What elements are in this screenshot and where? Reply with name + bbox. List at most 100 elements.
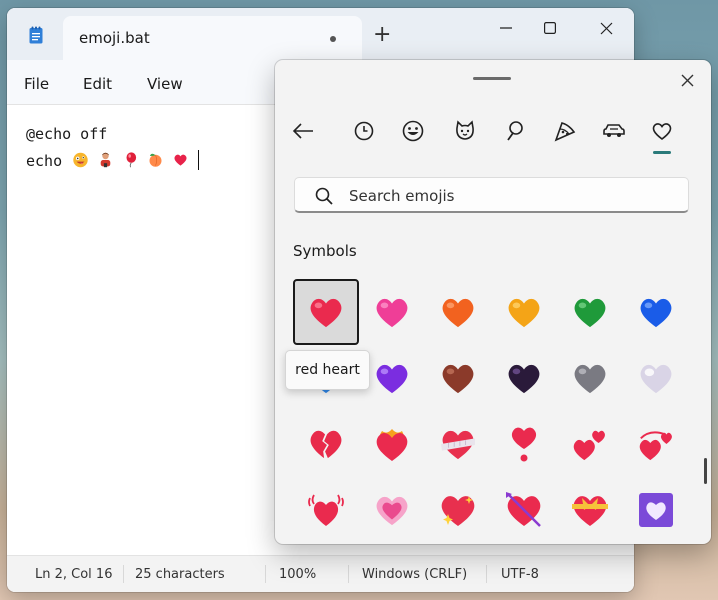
category-travel[interactable] — [551, 118, 579, 144]
growing-heart-icon — [376, 496, 408, 526]
close-icon — [681, 74, 693, 86]
red-heart-emoji-icon — [174, 154, 187, 166]
search-box[interactable] — [294, 177, 689, 213]
emoji-green-heart[interactable] — [557, 279, 623, 345]
peach-emoji-icon — [149, 153, 162, 167]
car-icon — [603, 124, 625, 137]
emoji-beating-heart[interactable] — [293, 477, 359, 543]
notepad-app-icon — [29, 26, 43, 44]
picker-close-button[interactable] — [675, 68, 699, 92]
emoji-two-hearts[interactable] — [557, 411, 623, 477]
search-input[interactable] — [347, 185, 671, 207]
emoji-revolving-hearts[interactable] — [623, 411, 689, 477]
emoji-grid — [293, 279, 693, 544]
mending-heart-icon — [441, 430, 475, 460]
category-food[interactable] — [501, 118, 529, 144]
emoji-heart-on-fire[interactable] — [359, 411, 425, 477]
lollipop-icon — [507, 121, 523, 141]
code-line-2: echo — [26, 150, 200, 170]
selected-category-indicator — [653, 151, 671, 154]
emoji-picker: Symbols — [275, 60, 711, 544]
emoji-orange-heart[interactable] — [425, 279, 491, 345]
menu-view[interactable]: View — [147, 75, 183, 93]
category-vehicles[interactable] — [600, 118, 628, 144]
status-divider — [265, 565, 266, 583]
emoji-red-heart[interactable] — [293, 279, 359, 345]
emoji-mending-heart[interactable] — [425, 411, 491, 477]
minimize-button[interactable] — [483, 12, 529, 44]
orange-heart-icon — [442, 298, 474, 328]
status-divider — [348, 565, 349, 583]
close-icon — [600, 22, 612, 34]
yellow-heart-icon — [508, 298, 540, 328]
smiley-icon — [402, 120, 424, 142]
scrollbar-thumb[interactable] — [704, 458, 707, 484]
category-animals[interactable] — [451, 118, 479, 144]
two-hearts-icon — [573, 430, 605, 461]
tab-title: emoji.bat — [79, 29, 150, 47]
section-title: Symbols — [293, 242, 357, 260]
category-symbols[interactable] — [648, 118, 676, 144]
category-smileys[interactable] — [399, 118, 427, 144]
grey-heart-icon — [574, 364, 606, 394]
emoji-pink-heart[interactable] — [359, 279, 425, 345]
brown-heart-icon — [442, 364, 474, 394]
broken-heart-icon — [310, 430, 342, 459]
heart-outline-icon — [652, 123, 672, 141]
status-divider — [123, 565, 124, 583]
sparkling-heart-icon — [441, 496, 475, 526]
heart-with-ribbon-icon — [572, 496, 608, 526]
green-heart-icon — [574, 298, 606, 328]
emoji-blue-heart[interactable] — [623, 279, 689, 345]
balloon-emoji-icon — [126, 152, 137, 168]
emoji-sparkling-heart[interactable] — [425, 477, 491, 543]
purple-heart-icon — [376, 364, 408, 394]
emoji-yellow-heart[interactable] — [491, 279, 557, 345]
status-encoding: UTF-8 — [501, 567, 539, 582]
beating-heart-icon — [308, 494, 344, 526]
emoji-black-heart[interactable] — [491, 345, 557, 411]
unsaved-dot-icon[interactable] — [330, 36, 336, 42]
code-line-1: @echo off — [26, 125, 108, 143]
drag-handle[interactable] — [473, 77, 511, 80]
heart-decoration-icon — [639, 493, 673, 527]
new-tab-plus-icon[interactable]: + — [373, 24, 391, 46]
back-button[interactable] — [289, 118, 317, 144]
category-recent[interactable] — [350, 118, 378, 144]
status-zoom[interactable]: 100% — [279, 567, 316, 582]
black-heart-icon — [508, 364, 540, 394]
emoji-growing-heart[interactable] — [359, 477, 425, 543]
title-bar: emoji.bat + — [7, 8, 634, 60]
heart-exclamation-icon — [511, 427, 537, 462]
status-position: Ln 2, Col 16 — [35, 567, 113, 582]
menu-file[interactable]: File — [24, 75, 49, 93]
emoji-brown-heart[interactable] — [425, 345, 491, 411]
search-icon — [315, 187, 333, 205]
maximize-button[interactable] — [527, 12, 573, 44]
revolving-hearts-icon — [639, 431, 672, 461]
emoji-heart-with-ribbon[interactable] — [557, 477, 623, 543]
cat-face-icon — [456, 120, 474, 140]
maximize-icon — [544, 22, 556, 34]
heart-on-fire-icon — [376, 429, 408, 461]
back-arrow-icon — [292, 123, 313, 139]
emoji-heart-decoration[interactable] — [623, 477, 689, 543]
text-cursor — [198, 150, 200, 170]
emoji-grey-heart[interactable] — [557, 345, 623, 411]
menu-edit[interactable]: Edit — [83, 75, 112, 93]
emoji-heart-with-arrow[interactable] — [491, 477, 557, 543]
pink-heart-icon — [376, 298, 408, 328]
close-button[interactable] — [583, 12, 629, 44]
pizza-icon — [554, 122, 576, 142]
status-line-ending: Windows (CRLF) — [362, 567, 468, 582]
minimize-icon — [500, 27, 512, 29]
status-divider — [486, 565, 487, 583]
red-heart-icon — [310, 298, 342, 328]
clock-icon — [354, 121, 374, 141]
tab-emoji-bat[interactable]: emoji.bat — [63, 16, 362, 60]
status-bar: Ln 2, Col 16 25 characters 100% Windows … — [7, 555, 634, 592]
emoji-white-heart[interactable] — [623, 345, 689, 411]
code-line-2-text: echo — [26, 152, 72, 170]
emoji-heart-exclamation[interactable] — [491, 411, 557, 477]
emoji-broken-heart[interactable] — [293, 411, 359, 477]
